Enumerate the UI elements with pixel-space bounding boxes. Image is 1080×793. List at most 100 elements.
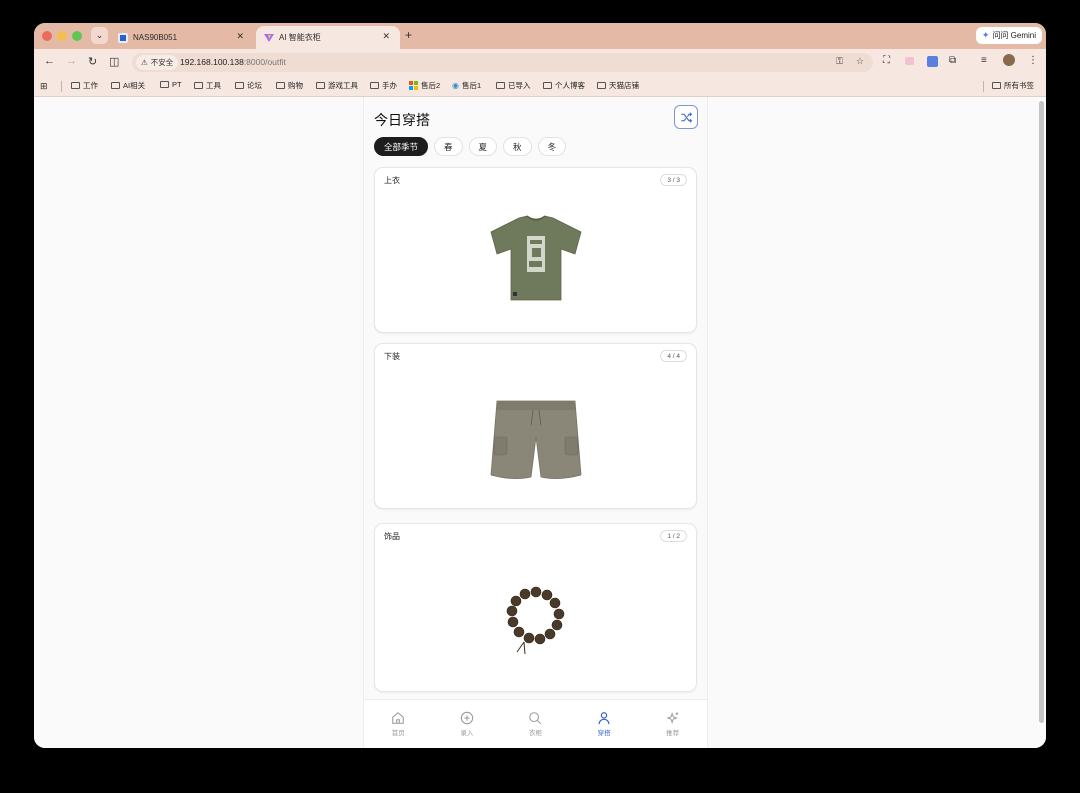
card-count-badge: 4 / 4 bbox=[660, 350, 687, 362]
password-key-icon[interactable]: ⚿ bbox=[836, 56, 843, 67]
folder-icon bbox=[160, 81, 169, 88]
outfit-card-tops[interactable]: 上衣 3 / 3 bbox=[374, 167, 697, 333]
bookmark-folder[interactable]: 工作 bbox=[71, 80, 98, 91]
season-chip-summer[interactable]: 夏 bbox=[468, 137, 498, 156]
tab-close-icon[interactable]: ✕ bbox=[382, 31, 390, 42]
plus-circle-icon bbox=[460, 711, 474, 725]
nav-add[interactable]: 录入 bbox=[433, 700, 502, 748]
back-arrow-icon[interactable]: ← bbox=[44, 55, 55, 67]
sidebar-icon[interactable]: ◫ bbox=[109, 55, 119, 68]
folder-icon bbox=[276, 82, 285, 89]
all-bookmarks[interactable]: 所有书签 bbox=[992, 80, 1034, 91]
bookmark-label: AI相关 bbox=[123, 81, 146, 90]
nav-wardrobe[interactable]: 衣柜 bbox=[501, 700, 570, 748]
extension-mask-icon[interactable]: ⛶ bbox=[883, 55, 890, 66]
vite-favicon-icon bbox=[264, 33, 274, 42]
nav-recommend[interactable]: 推荐 bbox=[638, 700, 707, 748]
gemini-label: 问问 Gemini bbox=[992, 31, 1036, 40]
bookmark-label: 售后2 bbox=[421, 81, 441, 90]
url-host: 192.168.100.138 bbox=[180, 57, 244, 67]
tab-strip: ⌄ NAS90B051 ✕ AI 智能衣柜 ✕ + ✦ 问问 Gemini bbox=[34, 23, 1046, 49]
bookmark-label: PT bbox=[172, 80, 182, 89]
shorts-image bbox=[490, 400, 581, 479]
bookmark-folder[interactable]: 天猫店铺 bbox=[597, 80, 639, 91]
bookmark-folder[interactable]: 已导入 bbox=[496, 80, 531, 91]
nas-favicon-icon bbox=[118, 32, 128, 43]
reload-icon[interactable]: ↻ bbox=[88, 55, 97, 68]
warning-triangle-icon: ⚠ bbox=[141, 58, 148, 67]
nav-home[interactable]: 首页 bbox=[364, 700, 433, 748]
folder-icon bbox=[992, 82, 1001, 89]
bookmark-folder[interactable]: 论坛 bbox=[235, 80, 262, 91]
bookmarks-bar: ⊞ 工作 AI相关 PT 工具 论坛 购物 游戏工具 手办 售后2 ◉ 售后1 已… bbox=[34, 76, 1046, 97]
folder-icon bbox=[543, 82, 552, 89]
bookmark-folder[interactable]: 购物 bbox=[276, 80, 303, 91]
card-count-badge: 1 / 2 bbox=[660, 530, 687, 542]
folder-icon bbox=[496, 82, 505, 89]
bookmark-link[interactable]: ◉ 售后1 bbox=[452, 80, 481, 91]
gemini-button[interactable]: ✦ 问问 Gemini bbox=[975, 27, 1042, 44]
bookmark-folder[interactable]: 工具 bbox=[194, 80, 221, 91]
nav-outfit[interactable]: 穿搭 bbox=[570, 700, 639, 748]
security-label: 不安全 bbox=[150, 58, 174, 67]
bookmark-folder[interactable]: AI相关 bbox=[111, 80, 145, 91]
tab-nas[interactable]: NAS90B051 ✕ bbox=[110, 26, 254, 49]
new-tab-plus-icon[interactable]: + bbox=[405, 28, 412, 42]
nav-label: 推荐 bbox=[666, 730, 680, 737]
extension-blue-icon[interactable] bbox=[927, 56, 938, 70]
site-globe-icon: ◉ bbox=[452, 81, 459, 90]
browser-window: ⌄ NAS90B051 ✕ AI 智能衣柜 ✕ + ✦ 问问 Gemini ← … bbox=[34, 23, 1046, 748]
apps-grid-icon[interactable]: ⊞ bbox=[40, 81, 48, 92]
tab-search-chevron-down-icon[interactable]: ⌄ bbox=[91, 27, 108, 44]
close-window-button[interactable] bbox=[42, 31, 52, 41]
bookmark-label: 已导入 bbox=[508, 81, 531, 90]
url-path: :8000/outfit bbox=[243, 57, 286, 67]
bookmark-label: 所有书签 bbox=[1004, 81, 1034, 90]
outfit-card-bottoms[interactable]: 下装 4 / 4 bbox=[374, 343, 697, 509]
tab-ai-wardrobe[interactable]: AI 智能衣柜 ✕ bbox=[256, 26, 400, 49]
season-chip-autumn[interactable]: 秋 bbox=[503, 137, 532, 156]
minimize-window-button[interactable] bbox=[57, 31, 67, 41]
nav-label: 录入 bbox=[460, 730, 474, 737]
season-filter: 全部季节 春 夏 秋 冬 bbox=[374, 137, 567, 156]
bookmark-label: 天猫店铺 bbox=[609, 81, 639, 90]
security-chip[interactable]: ⚠ 不安全 bbox=[136, 55, 179, 70]
card-title: 饰品 bbox=[384, 532, 400, 541]
outfit-app: 今日穿搭 全部季节 春 夏 秋 冬 上衣 3 / 3 下装 4 / 4 饰品 1… bbox=[363, 97, 708, 748]
tab-title: AI 智能衣柜 bbox=[279, 33, 321, 42]
url-text[interactable]: 192.168.100.138:8000/outfit bbox=[180, 57, 286, 67]
folder-icon bbox=[194, 82, 203, 89]
outfit-card-accessories[interactable]: 饰品 1 / 2 bbox=[374, 523, 697, 692]
bookmark-label: 个人博客 bbox=[555, 81, 585, 90]
forward-arrow-icon[interactable]: → bbox=[66, 55, 77, 67]
scrollbar[interactable] bbox=[1039, 101, 1044, 723]
bottom-nav: 首页 录入 衣柜 穿搭 推荐 bbox=[364, 699, 707, 748]
profile-avatar[interactable] bbox=[1003, 54, 1015, 69]
tab-title: NAS90B051 bbox=[133, 33, 178, 42]
shuffle-button[interactable] bbox=[674, 105, 698, 129]
bookmark-folder[interactable]: 手办 bbox=[370, 80, 397, 91]
menu-kebab-icon[interactable]: ⋮ bbox=[1028, 55, 1038, 66]
bead-bracelet-image bbox=[506, 586, 564, 655]
folder-icon bbox=[71, 82, 80, 89]
maximize-window-button[interactable] bbox=[72, 31, 82, 41]
bookmark-star-icon[interactable]: ☆ bbox=[856, 56, 864, 67]
reading-list-icon[interactable]: ≡ bbox=[981, 55, 987, 66]
bookmark-folder[interactable]: PT bbox=[160, 80, 182, 89]
bookmark-label: 购物 bbox=[288, 81, 303, 90]
folder-icon bbox=[597, 82, 606, 89]
season-chip-all[interactable]: 全部季节 bbox=[374, 137, 429, 156]
page-title: 今日穿搭 bbox=[374, 113, 430, 129]
extensions-puzzle-icon[interactable]: ⧉ bbox=[949, 55, 956, 66]
season-chip-winter[interactable]: 冬 bbox=[537, 137, 567, 156]
bookmark-label: 售后1 bbox=[461, 81, 482, 90]
tab-close-icon[interactable]: ✕ bbox=[236, 31, 244, 42]
bookmark-folder[interactable]: 个人博客 bbox=[543, 80, 585, 91]
season-chip-spring[interactable]: 春 bbox=[434, 137, 463, 156]
bookmark-link[interactable]: 售后2 bbox=[409, 80, 440, 91]
address-bar[interactable]: ⚠ 不安全 192.168.100.138:8000/outfit ⚿ ☆ bbox=[132, 53, 873, 72]
bookmark-folder[interactable]: 游戏工具 bbox=[316, 80, 358, 91]
extension-pink-icon[interactable] bbox=[905, 57, 914, 68]
divider bbox=[983, 81, 984, 92]
person-icon bbox=[598, 712, 610, 725]
